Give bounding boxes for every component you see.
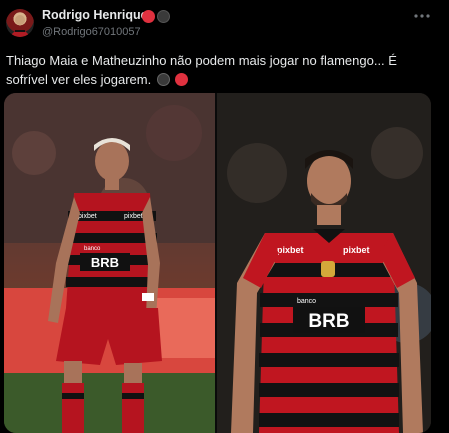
tweet[interactable]: Rodrigo Henrique @Rodrigo67010057 Thiago… (0, 0, 449, 433)
left-jersey-top-sponsor-2: pixbet (124, 213, 143, 220)
player-left-illustration: BRB banco pixbet pixbet (4, 93, 215, 433)
right-jersey-top-sponsor: pixbet (277, 245, 304, 255)
avatar[interactable] (6, 9, 34, 37)
photo-player-left[interactable]: BRB banco pixbet pixbet (4, 93, 215, 433)
tweet-media[interactable]: BRB banco pixbet pixbet BRB banco pixbet… (4, 93, 431, 433)
black-circle-emoji (157, 10, 170, 23)
more-options-icon[interactable] (412, 8, 432, 24)
left-jersey-sponsor-small: banco (84, 246, 101, 252)
left-jersey-top-sponsor: pixbet (78, 213, 97, 220)
author-name[interactable]: Rodrigo Henrique (42, 8, 148, 22)
left-jersey-sponsor: BRB (91, 255, 119, 270)
photo-player-right[interactable]: BRB banco pixbet pixbet (217, 93, 431, 433)
tweet-text-content: Thiago Maia e Matheuzinho não podem mais… (6, 53, 397, 87)
author-handle[interactable]: @Rodrigo67010057 (42, 26, 141, 38)
right-jersey-sponsor-small: banco (297, 298, 316, 305)
right-jersey-top-sponsor-2: pixbet (343, 245, 370, 255)
black-circle-emoji (156, 73, 170, 86)
red-circle-emoji (175, 73, 189, 86)
right-jersey-sponsor: BRB (308, 311, 349, 332)
red-circle-emoji (142, 10, 155, 23)
tweet-text: Thiago Maia e Matheuzinho não podem mais… (6, 51, 426, 89)
player-right-illustration: BRB banco pixbet pixbet (217, 93, 431, 433)
